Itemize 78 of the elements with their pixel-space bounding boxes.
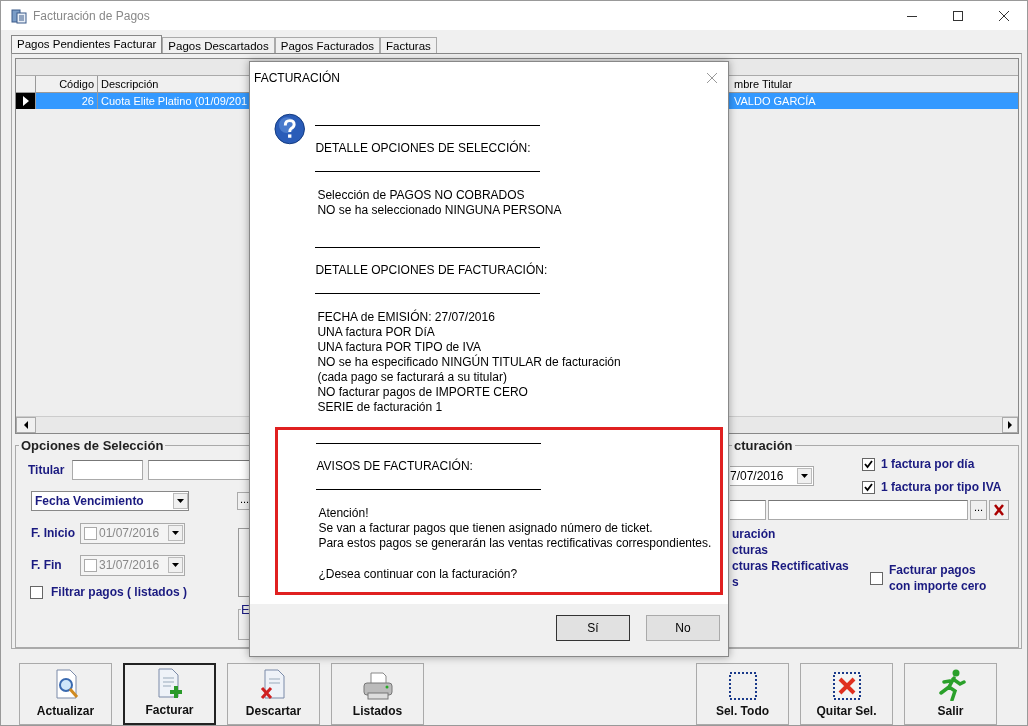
message-line: Atención!	[317, 506, 370, 521]
check-icon	[864, 459, 873, 469]
dialog-title: FACTURACIÓN	[254, 71, 340, 85]
clear-button[interactable]	[989, 500, 1009, 520]
column-header[interactable]: Descripción	[98, 76, 249, 92]
date-value: 31/07/2016	[99, 558, 161, 572]
dialog-button[interactable]: Sí	[556, 615, 630, 641]
checkbox-label: 1 factura por día	[881, 457, 975, 471]
table-cell-text: Cuota Elite Platino (01/09/201	[100, 94, 249, 109]
dialog-button[interactable]: No	[646, 615, 720, 641]
message-line: ¿Desea continuar con la facturación?	[317, 567, 519, 582]
checkbox[interactable]	[862, 480, 875, 494]
close-icon	[706, 72, 718, 84]
checkbox-label: 1 factura por tipo IVA	[881, 480, 1002, 494]
message-line: Selección de PAGOS NO COBRADOS	[316, 188, 526, 203]
checkbox[interactable]	[30, 585, 43, 599]
date-field[interactable]: 7/07/2016	[730, 466, 814, 486]
tab[interactable]: Pagos Pendientes Facturar	[11, 35, 163, 53]
message-line: Para estos pagos se generarán las ventas rectificativas correspondientes.	[317, 536, 713, 551]
toolbar-button[interactable]: Facturar	[123, 663, 216, 725]
check-icon	[864, 482, 873, 492]
question-icon	[274, 113, 306, 145]
message-line: SERIE de facturación 1	[316, 400, 444, 415]
message-line: NO se ha especificado NINGÚN TITULAR de facturación	[316, 355, 622, 370]
message-line: NO se ha seleccionado NINGUNA PERSONA	[316, 203, 563, 218]
dotted-square-x-icon	[831, 671, 862, 701]
tab[interactable]: Pagos Descartados	[162, 37, 275, 53]
dropdown[interactable]: Fecha Vencimiento	[31, 491, 189, 511]
field-label: F. Inicio	[31, 526, 76, 540]
field-label: F. Fin	[31, 558, 63, 572]
checkbox-label: Filtrar pagos ( listados )	[51, 585, 188, 599]
option-label: uración	[732, 528, 777, 541]
toolbar-button[interactable]: Listados	[331, 663, 424, 725]
column-header[interactable]: Código	[36, 76, 98, 92]
dotted-square-icon	[727, 671, 758, 701]
toolbar-button[interactable]: Salir	[904, 663, 997, 725]
toolbar-button[interactable]: Sel. Todo	[696, 663, 789, 725]
checkbox[interactable]	[84, 526, 97, 540]
section-heading: AVISOS DE FACTURACIÓN:	[316, 457, 474, 475]
toolbar-button[interactable]: Actualizar	[19, 663, 112, 725]
input-field[interactable]	[72, 460, 144, 480]
date-value: 01/07/2016	[99, 526, 161, 540]
table-cell: 26	[36, 93, 98, 109]
message-line: UNA factura POR DíA	[316, 325, 436, 340]
section-heading: DETALLE OPCIONES DE FACTURACIÓN:	[315, 261, 549, 279]
group-title: E	[241, 602, 250, 617]
checkbox[interactable]	[870, 571, 883, 585]
message-line: Se van a facturar pagos que tienen asignado número de ticket.	[317, 521, 654, 536]
group-title: Opciones de Selección	[20, 438, 165, 453]
checkbox[interactable]	[84, 558, 97, 572]
checkbox-label: Facturar pagos con importe cero	[889, 562, 988, 594]
option-label: s	[732, 576, 740, 589]
tab[interactable]: Pagos Facturados	[274, 37, 381, 53]
input-field[interactable]	[768, 500, 968, 520]
message-line: NO facturar pagos de IMPORTE CERO	[316, 385, 529, 400]
section-heading: DETALLE OPCIONES DE SELECCIÓN:	[315, 139, 532, 157]
row-pointer-icon	[21, 96, 30, 106]
x-icon	[994, 504, 1004, 516]
app-icon	[11, 7, 27, 24]
column-header[interactable]: mbre Titular	[731, 76, 1018, 92]
message-line: UNA factura POR TIPO de IVA	[316, 340, 483, 354]
option-label: cturas Rectificativas	[732, 560, 850, 573]
option-label: cturas	[732, 544, 770, 557]
message-line: FECHA de EMISIÓN: 27/07/2016	[316, 310, 496, 325]
printer-icon	[361, 671, 394, 701]
close-icon	[999, 10, 1009, 21]
group-title: cturación	[733, 438, 794, 453]
input-field[interactable]	[730, 500, 766, 520]
tab[interactable]: Facturas	[380, 37, 437, 53]
toolbar-button[interactable]: Quitar Sel.	[800, 663, 893, 725]
window-title: Facturación de Pagos	[33, 8, 151, 23]
checkbox[interactable]	[862, 457, 875, 471]
maximize-icon	[953, 10, 963, 21]
field-label: Titular	[28, 463, 65, 477]
message-line: (cada pago se facturará a su titular)	[316, 370, 508, 385]
browse-button[interactable]: ...	[970, 500, 987, 520]
toolbar-button[interactable]: Descartar	[227, 663, 320, 725]
table-cell-text: VALDO GARCÍA	[733, 94, 817, 109]
